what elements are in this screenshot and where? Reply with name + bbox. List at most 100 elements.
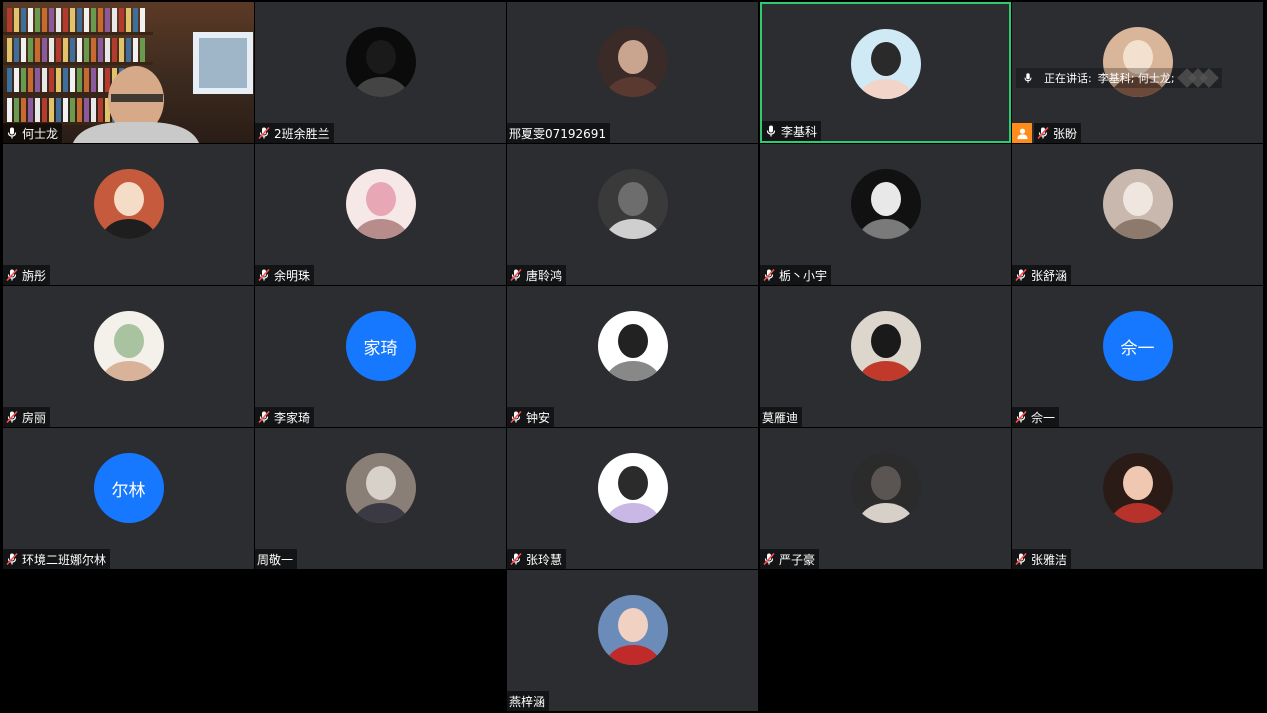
avatar (345, 27, 416, 97)
mic-muted-icon (1014, 410, 1031, 424)
avatar (93, 311, 164, 381)
participant-name: 严子豪 (779, 552, 816, 567)
mic-muted-icon (509, 268, 526, 282)
avatar (850, 169, 921, 239)
participant-name: 唐聆鸿 (526, 268, 563, 283)
mic-muted-icon (257, 126, 274, 140)
participant-name-tag: 张雅洁 (1012, 549, 1072, 569)
avatar (345, 453, 416, 523)
speaking-label: 正在讲话: (1044, 72, 1092, 85)
participant-name: 钟安 (526, 410, 551, 425)
participant-tile[interactable]: 燕梓涵 (507, 570, 758, 711)
participant-name-tag: 旃彤 (3, 265, 51, 285)
participant-name: 房丽 (22, 410, 47, 425)
participant-tile[interactable]: 张玲慧 (507, 428, 758, 569)
camera-video (3, 2, 254, 143)
speaking-mic-icon (1022, 72, 1034, 84)
participant-name-tag: 严子豪 (760, 549, 820, 569)
participant-name: 2班余胜兰 (274, 126, 330, 141)
avatar (93, 169, 164, 239)
participant-name-tag: 唐聆鸿 (507, 265, 567, 285)
participant-name: 李家琦 (274, 410, 311, 425)
speaking-names: 李基科; 何士龙; (1097, 72, 1175, 85)
participant-tile[interactable]: 栃丶小宇 (760, 144, 1011, 285)
initials-avatar: 佘一 (1102, 311, 1173, 381)
participant-name: 旃彤 (22, 268, 47, 283)
participant-tile[interactable]: 余明珠 (255, 144, 506, 285)
participant-name-tag: 何士龙 (3, 123, 63, 143)
avatar (597, 453, 668, 523)
participant-tile[interactable]: 佘一 佘一 (1012, 286, 1263, 427)
participant-name-tag: 房丽 (3, 407, 51, 427)
participant-name: 周敬一 (257, 552, 294, 567)
participant-tile[interactable]: 邢夏雯07192691 (507, 2, 758, 143)
participant-tile[interactable]: 旃彤 (3, 144, 254, 285)
participant-name-tag: 李家琦 (255, 407, 315, 427)
mic-muted-icon (509, 552, 526, 566)
participant-tile[interactable]: 房丽 (3, 286, 254, 427)
participant-name: 莫雁迪 (762, 410, 799, 425)
participant-name: 栃丶小宇 (779, 268, 828, 283)
participant-tile[interactable]: 周敬一 (255, 428, 506, 569)
participant-name: 张舒涵 (1031, 268, 1068, 283)
participant-tile[interactable]: 2班余胜兰 (255, 2, 506, 143)
avatar (850, 29, 921, 99)
avatar (597, 595, 668, 665)
participant-tile[interactable]: 张盼 正在讲话: 李基科; 何士龙; (1012, 2, 1263, 143)
initials-avatar: 家琦 (345, 311, 416, 381)
mic-muted-icon (1014, 552, 1031, 566)
mic-muted-icon (1014, 268, 1031, 282)
participant-name-tag: 环境二班娜尔林 (3, 549, 111, 569)
avatar (345, 169, 416, 239)
mic-muted-icon (257, 268, 274, 282)
presenter-icon (1012, 123, 1032, 143)
participant-name-tag: 周敬一 (255, 549, 298, 569)
participant-tile[interactable]: 唐聆鸿 (507, 144, 758, 285)
participant-name-tag: 张玲慧 (507, 549, 567, 569)
avatar (1102, 169, 1173, 239)
participant-name: 余明珠 (274, 268, 311, 283)
avatar (850, 453, 921, 523)
participant-tile[interactable]: 何士龙 (3, 2, 254, 143)
participant-tile[interactable]: 莫雁迪 (760, 286, 1011, 427)
participant-name: 张玲慧 (526, 552, 563, 567)
mic-muted-icon (5, 552, 22, 566)
avatar (597, 311, 668, 381)
avatar (597, 169, 668, 239)
mic-muted-icon (5, 410, 22, 424)
mic-muted-icon (762, 268, 779, 282)
mic-muted-icon (5, 268, 22, 282)
participant-name-tag: 佘一 (1012, 407, 1060, 427)
participant-name: 张盼 (1053, 126, 1078, 141)
participant-name: 邢夏雯07192691 (509, 126, 607, 141)
participant-name: 何士龙 (22, 126, 59, 141)
participant-tile[interactable]: 尔林环境二班娜尔林 (3, 428, 254, 569)
mic-muted-icon (257, 410, 274, 424)
participant-name-tag: 燕梓涵 (507, 691, 550, 711)
participant-name-tag: 莫雁迪 (760, 407, 803, 427)
participant-tile[interactable]: 严子豪 (760, 428, 1011, 569)
participant-tile[interactable]: 张舒涵 (1012, 144, 1263, 285)
speaking-indicator: 正在讲话: 李基科; 何士龙; (1016, 68, 1222, 88)
participant-tile[interactable]: 家琦李家琦 (255, 286, 506, 427)
participant-tile[interactable]: 李基科 (760, 2, 1011, 143)
participant-name-tag: 张盼 (1034, 123, 1082, 143)
participant-name: 张雅洁 (1031, 552, 1068, 567)
participant-name-tag: 邢夏雯07192691 (507, 123, 611, 143)
avatar (1102, 453, 1173, 523)
mic-muted-icon (762, 552, 779, 566)
participant-name: 燕梓涵 (509, 694, 546, 709)
participant-name-tag: 钟安 (507, 407, 555, 427)
participant-name-tag: 张舒涵 (1012, 265, 1072, 285)
initials-avatar: 尔林 (93, 453, 164, 523)
participant-tile[interactable]: 钟安 (507, 286, 758, 427)
participant-name-tag: 余明珠 (255, 265, 315, 285)
audio-level-icon (1176, 68, 1219, 88)
mic-muted-icon (509, 410, 526, 424)
participant-name: 环境二班娜尔林 (22, 552, 107, 567)
participant-tile[interactable]: 张雅洁 (1012, 428, 1263, 569)
participant-name-tag: 栃丶小宇 (760, 265, 832, 285)
avatar (850, 311, 921, 381)
mic-icon (5, 126, 22, 140)
avatar (597, 27, 668, 97)
